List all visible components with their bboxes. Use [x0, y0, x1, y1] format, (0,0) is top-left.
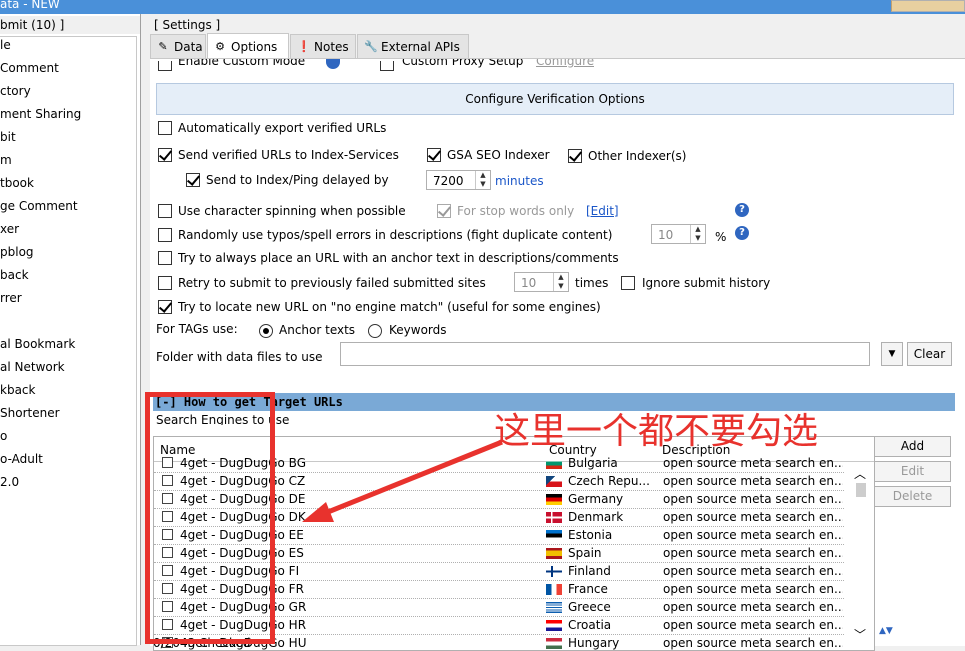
- annotation-text: 这里一个都不要勾选: [494, 411, 819, 452]
- annotation-arrow: [302, 439, 503, 522]
